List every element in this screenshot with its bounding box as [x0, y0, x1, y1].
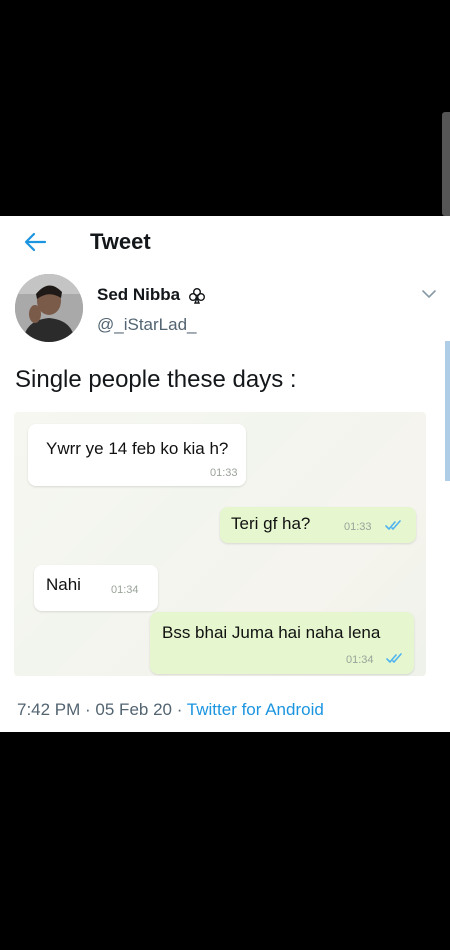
arrow-left-icon[interactable] — [22, 229, 48, 255]
page-title: Tweet — [90, 229, 151, 254]
message-time: 01:34 — [111, 584, 139, 596]
scroll-indicator — [445, 341, 450, 481]
chat-message: Nahi 01:34 — [34, 565, 158, 611]
double-check-icon — [385, 520, 401, 530]
message-text: Teri gf ha? — [231, 514, 311, 533]
chat-message: Bss bhai Juma hai naha lena 01:34 — [150, 612, 414, 674]
message-text: Bss bhai Juma hai naha lena — [162, 623, 381, 642]
chat-message: Teri gf ha? 01:33 — [220, 507, 416, 543]
double-check-icon — [386, 653, 402, 663]
avatar[interactable] — [15, 274, 83, 342]
club-icon — [189, 288, 205, 304]
message-text: Nahi — [46, 575, 81, 594]
tweet-meta: 7:42 PM · 05 Feb 20 · Twitter for Androi… — [17, 700, 324, 720]
meta-separator: · — [171, 700, 187, 719]
tweet-date: 05 Feb 20 — [95, 700, 172, 719]
chevron-down-icon[interactable] — [420, 287, 438, 301]
author-name[interactable]: Sed Nibba — [97, 285, 180, 305]
tweet-source-link[interactable]: Twitter for Android — [187, 700, 324, 719]
message-time: 01:34 — [346, 654, 374, 666]
screen-scrollbar — [442, 112, 450, 216]
tweet-text: Single people these days : — [15, 366, 297, 393]
meta-separator: · — [80, 700, 96, 719]
tweet-time: 7:42 PM — [17, 700, 81, 719]
author-handle[interactable]: @_iStarLad_ — [97, 315, 197, 335]
tweet-screen: Tweet Sed Nibba @_iStarLad_ Single peopl… — [0, 216, 450, 732]
message-time: 01:33 — [344, 521, 372, 533]
top-bar: Tweet — [0, 216, 450, 266]
chat-message: Ywrr ye 14 feb ko kia h? 01:33 — [28, 424, 246, 486]
message-text: Ywrr ye 14 feb ko kia h? — [46, 439, 229, 458]
message-time: 01:33 — [210, 467, 238, 479]
